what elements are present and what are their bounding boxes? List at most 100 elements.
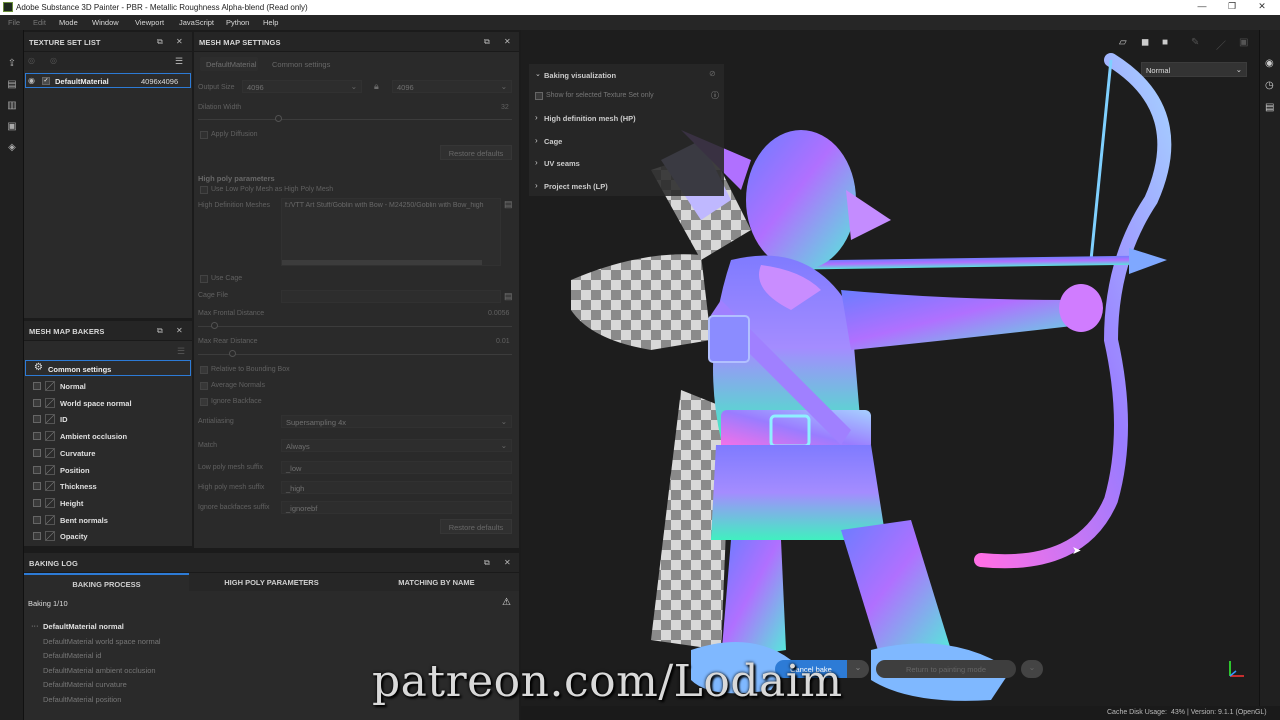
show-selected-checkbox[interactable]: [535, 92, 543, 100]
video-camera-icon[interactable]: ■: [1162, 37, 1168, 48]
tab-matching-by-name[interactable]: MATCHING BY NAME: [354, 573, 519, 591]
section-uv-seams[interactable]: UV seams: [544, 159, 580, 168]
baker-checkbox[interactable]: [33, 382, 41, 390]
layers-icon[interactable]: ◈: [5, 142, 19, 156]
baker-checkbox[interactable]: [33, 515, 41, 524]
dilation-width-slider-handle[interactable]: [275, 115, 282, 122]
baker-item-curvature[interactable]: Curvature: [24, 445, 192, 461]
texture-set-checkbox[interactable]: ✓: [42, 77, 50, 85]
restore-defaults-button-2[interactable]: Restore defaults: [440, 519, 512, 534]
menu-viewport[interactable]: Viewport: [135, 18, 164, 27]
float-panel-icon[interactable]: ⧉: [157, 37, 163, 47]
restore-defaults-button[interactable]: Restore defaults: [440, 145, 512, 160]
relative-bbox-checkbox[interactable]: [200, 366, 208, 374]
close-icon[interactable]: ✕: [504, 558, 511, 567]
tab-common-settings[interactable]: Common settings: [272, 60, 330, 69]
hd-meshes-scrollbar[interactable]: [282, 260, 482, 265]
section-project-mesh[interactable]: Project mesh (LP): [544, 182, 608, 191]
antialiasing-select[interactable]: Supersampling 4x ⌄: [281, 415, 512, 428]
baking-visualization-title[interactable]: Baking visualization: [544, 71, 616, 80]
viewport-3d[interactable]: ▱ ◼ ■ ✎ ／ ▣ Normal ⌄ ⌄ Baking visualizat…: [521, 30, 1259, 706]
trash-icon[interactable]: ▥: [5, 100, 19, 114]
max-frontal-slider[interactable]: [198, 326, 512, 327]
close-icon[interactable]: ✕: [176, 37, 183, 46]
baker-item-world-space-normal[interactable]: World space normal: [24, 395, 192, 411]
tab-default-material[interactable]: DefaultMaterial: [200, 57, 258, 71]
chevron-right-icon[interactable]: ›: [535, 181, 538, 190]
hd-meshes-list[interactable]: f:/VTT Art Stuff/Goblin with Bow - M2425…: [281, 198, 501, 266]
menu-javascript[interactable]: JavaScript: [179, 18, 214, 27]
max-rear-slider[interactable]: [198, 354, 512, 355]
menu-file[interactable]: File: [8, 18, 20, 27]
baker-checkbox[interactable]: [33, 448, 41, 457]
apply-diffusion-checkbox[interactable]: [200, 131, 208, 139]
chevron-right-icon[interactable]: ›: [535, 113, 538, 122]
menu-window[interactable]: Window: [92, 18, 119, 27]
baker-checkbox[interactable]: [33, 432, 41, 441]
max-frontal-slider-handle[interactable]: [211, 322, 218, 329]
baker-checkbox[interactable]: [33, 398, 41, 407]
close-icon[interactable]: ✕: [176, 326, 183, 335]
baker-item-normal[interactable]: Normal: [24, 378, 192, 394]
eye-icon[interactable]: ◎: [28, 56, 35, 65]
lock-icon[interactable]: 🔒︎: [374, 81, 379, 92]
float-panel-icon[interactable]: ⧉: [157, 326, 163, 336]
maximize-button[interactable]: ❐: [1224, 1, 1240, 14]
baker-checkbox[interactable]: [33, 415, 41, 424]
use-low-poly-checkbox[interactable]: [200, 186, 208, 194]
info-icon[interactable]: ⓘ: [711, 90, 719, 101]
baker-checkbox[interactable]: [33, 482, 41, 491]
screenshot-icon[interactable]: ▣: [1239, 37, 1248, 48]
baker-item-id[interactable]: ID: [24, 411, 192, 427]
baker-item-position[interactable]: Position: [24, 462, 192, 478]
float-panel-icon[interactable]: ⧉: [484, 558, 490, 568]
section-high-definition-mesh[interactable]: High definition mesh (HP): [544, 114, 636, 123]
visibility-eye-icon[interactable]: ◉: [28, 76, 35, 85]
menu-python[interactable]: Python: [226, 18, 249, 27]
chevron-down-icon[interactable]: ⌄: [535, 70, 541, 78]
use-cage-checkbox[interactable]: [200, 275, 208, 283]
painting-options-chevron-icon[interactable]: ⌄: [1021, 660, 1043, 678]
properties-icon[interactable]: ▤: [1265, 102, 1274, 113]
baker-checkbox[interactable]: [33, 465, 41, 474]
cage-file-field[interactable]: [281, 290, 501, 303]
baker-item-bent-normals[interactable]: Bent normals: [24, 512, 192, 528]
ignore-suffix-input[interactable]: _ignorebf: [281, 501, 512, 514]
ignore-backface-checkbox[interactable]: [200, 398, 208, 406]
bake-icon[interactable]: ▤: [5, 79, 19, 93]
baker-item-thickness[interactable]: Thickness: [24, 478, 192, 494]
export-icon[interactable]: ⇪: [5, 58, 19, 72]
low-suffix-input[interactable]: _low: [281, 461, 512, 474]
menu-edit[interactable]: Edit: [33, 18, 46, 27]
eye-outline-icon[interactable]: ◎: [50, 56, 57, 65]
output-size-width-select[interactable]: 4096 ⌄: [242, 80, 362, 93]
chevron-right-icon[interactable]: ›: [535, 158, 538, 167]
texture-set-settings-icon[interactable]: ◉: [1265, 58, 1274, 69]
float-panel-icon[interactable]: ⧉: [484, 37, 490, 47]
bakers-menu-icon[interactable]: ☰: [177, 346, 185, 357]
visibility-off-icon[interactable]: ⊘: [709, 69, 716, 78]
brush-icon[interactable]: ✎: [1191, 37, 1199, 48]
baker-item-ambient-occlusion[interactable]: Ambient occlusion: [24, 428, 192, 444]
match-select[interactable]: Always ⌄: [281, 439, 512, 452]
baker-item-opacity[interactable]: Opacity: [24, 528, 192, 544]
document-icon[interactable]: ▣: [5, 121, 19, 135]
cube-icon[interactable]: ◼: [1141, 37, 1149, 48]
history-icon[interactable]: ◷: [1265, 80, 1274, 91]
tab-high-poly-parameters[interactable]: HIGH POLY PARAMETERS: [189, 573, 354, 591]
file-icon[interactable]: ▤: [504, 199, 513, 210]
output-size-height-select[interactable]: 4096 ⌄: [392, 80, 512, 93]
dilation-width-slider[interactable]: [198, 119, 512, 120]
menu-icon[interactable]: ☰: [175, 56, 183, 67]
baker-checkbox[interactable]: [33, 532, 41, 541]
tab-baking-process[interactable]: BAKING PROCESS: [24, 573, 189, 591]
max-rear-slider-handle[interactable]: [229, 350, 236, 357]
texture-set-item[interactable]: ◉ ✓ DefaultMaterial 4096x4096: [25, 73, 191, 88]
baker-item-height[interactable]: Height: [24, 495, 192, 511]
file-icon[interactable]: ▤: [504, 291, 513, 302]
menu-help[interactable]: Help: [263, 18, 278, 27]
pen-icon[interactable]: ／: [1216, 37, 1226, 52]
camera-frame-icon[interactable]: ▱: [1119, 37, 1127, 48]
return-to-painting-button[interactable]: Return to painting mode: [876, 660, 1016, 678]
common-settings-item[interactable]: ⚙ Common settings: [25, 360, 191, 376]
